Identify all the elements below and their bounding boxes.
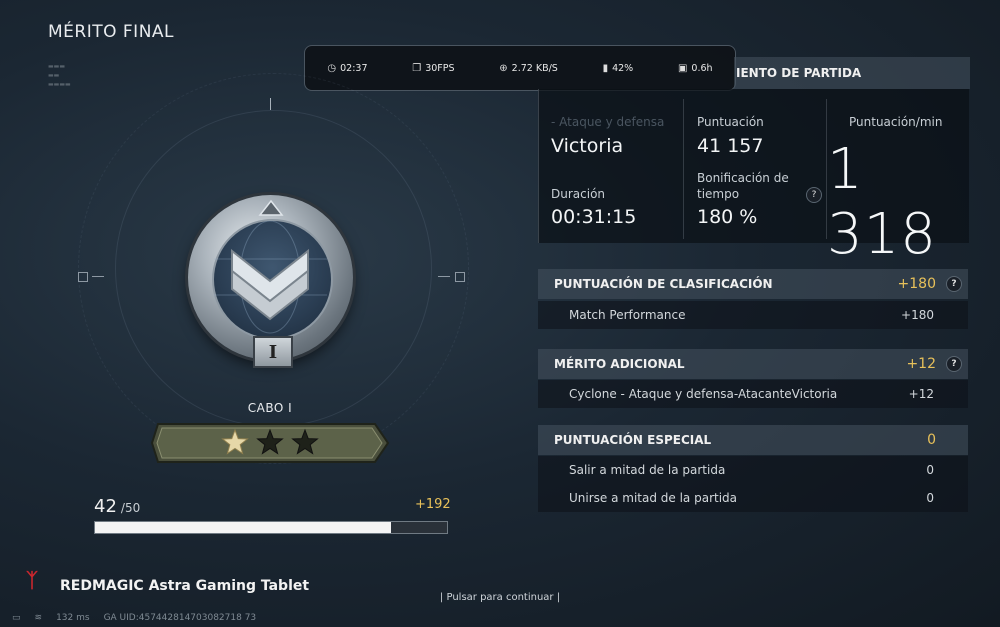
perf-time: 02:37 [340,62,368,74]
xp-progress-fill [95,522,391,533]
rank-numeral: I [253,336,293,368]
perf-battery: 42% [612,62,634,74]
classification-help-icon[interactable]: ? [946,276,962,292]
section-header-special: PUNTUACIÓN ESPECIAL 0 [538,425,968,455]
chevron-icon [214,220,327,334]
rank-stars-bar [150,423,390,463]
section-header-classification: PUNTUACIÓN DE CLASIFICACIÓN +180 ? [538,269,968,299]
page-title: MÉRITO FINAL [48,22,175,42]
emblem-left-line [92,276,104,277]
ping-value: 132 ms [56,613,90,623]
xp-current: 42 [94,496,117,517]
section-header-additional-merit: MÉRITO ADICIONAL +12 ? [538,349,968,379]
score-per-min-value: 1 318 [827,137,937,267]
wifi-icon: ≋ [34,613,43,623]
score-per-min-label: Puntuación/min [849,115,943,129]
xp-readout: 42/50 [94,496,140,517]
perf-usage: 0.6h [691,62,713,74]
continue-prompt[interactable]: | Pulsar para continuar | [0,592,1000,603]
score-label: Puntuación [697,115,764,129]
additional-merit-help-icon[interactable]: ? [946,356,962,372]
battery-status-icon: ▭ [12,613,21,623]
emblem-top-tick [270,98,271,110]
time-bonus-label-2: tiempo [697,187,740,201]
summary-header: IENTO DE PARTIDA [734,57,970,89]
xp-max: /50 [120,501,141,515]
globe-icon: ⊕ [499,62,508,74]
time-bonus-label-1: Bonificación de [697,171,789,185]
performance-overlay: ◷ 02:37 ❐ 30FPS ⊕ 2.72 KB/S ▮ 42% ▣ 0.6h [304,45,736,91]
emblem-right-line [438,276,450,277]
redmagic-logo-icon: ᛉ [26,568,38,592]
duration-value: 00:31:15 [551,206,637,228]
mode-label: - Ataque y defensa [551,115,665,129]
time-bonus-value: 180 % [697,206,758,228]
xp-gain: +192 [415,497,451,512]
badge-triangle-icon [258,199,284,216]
section-row: Cyclone - Ataque y defensa-AtacanteVicto… [538,380,968,408]
uid-value: GA UID:457442814703082718 73 [103,613,257,623]
score-value: 41 157 [697,135,764,157]
section-row: Unirse a mitad de la partida 0 [538,484,968,512]
duration-label: Duración [551,187,606,201]
perf-network: 2.72 KB/S [511,62,558,74]
clock-icon: ◷ [327,62,337,74]
xp-progress-bar [94,521,448,534]
hud-minimap-decoration: ▬▬▬ ▬▬ ▬▬▬▬ [48,63,71,88]
match-summary-panel: - Ataque y defensa Victoria Duración 00:… [538,89,969,267]
section-row: Salir a mitad de la partida 0 [538,456,968,484]
battery-icon: ▮ [602,62,609,74]
match-result: Victoria [551,135,624,157]
time-bonus-help-icon[interactable]: ? [806,187,822,203]
emblem-right-marker [455,272,465,282]
rank-name: CABO I [247,401,293,415]
status-line: ▭ ≋ 132 ms GA UID:457442814703082718 73 [12,613,256,623]
usage-icon: ▣ [677,62,688,74]
section-row: Match Performance +180 [538,301,968,329]
perf-fps: 30FPS [425,62,455,74]
frames-icon: ❐ [412,62,422,74]
emblem-left-marker [78,272,88,282]
